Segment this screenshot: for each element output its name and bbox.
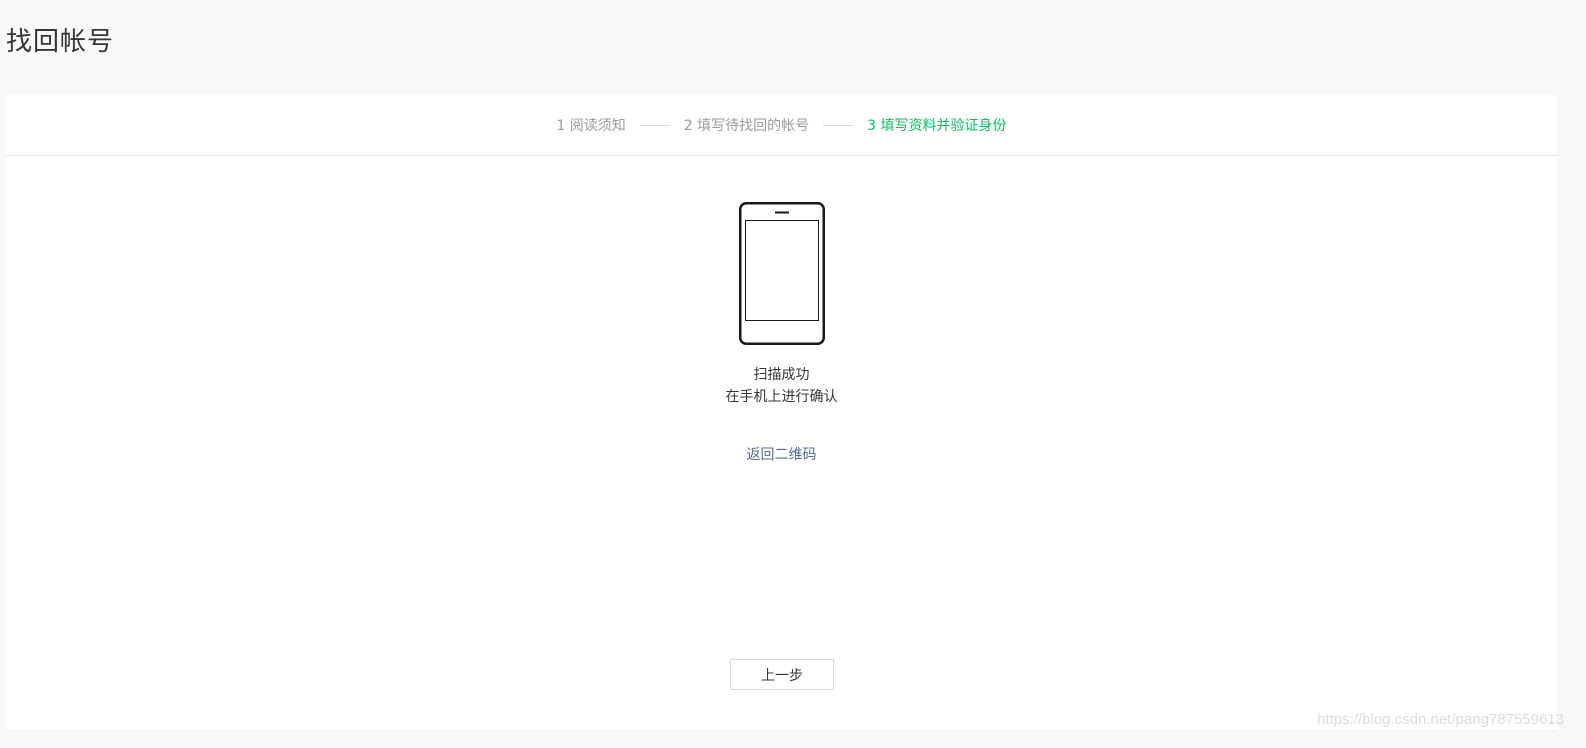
step-separator [823,124,854,126]
scan-success-text: 扫描成功 [753,367,810,383]
previous-step-button[interactable]: 上一步 [730,659,834,690]
step-fill-account: 2 填写待找回的帐号 [683,118,810,134]
step-separator [639,124,670,126]
step-verify-identity: 3 填写资料并验证身份 [867,118,1007,134]
confirm-on-phone-text: 在手机上进行确认 [725,389,838,405]
back-to-qr-link[interactable]: 返回二维码 [747,447,817,463]
phone-icon [739,202,825,345]
page-title: 找回帐号 [6,27,115,57]
page: 找回帐号 1 阅读须知 2 填写待找回的帐号 3 填写资料并验证身份 扫描成功 … [0,0,1586,748]
step-read-notice: 1 阅读须知 [556,118,626,134]
scan-status: 扫描成功 在手机上进行确认 [6,364,1557,408]
back-to-qr-wrapper: 返回二维码 [6,444,1557,466]
steps-bar: 1 阅读须知 2 填写待找回的帐号 3 填写资料并验证身份 [6,95,1557,156]
content-card: 1 阅读须知 2 填写待找回的帐号 3 填写资料并验证身份 扫描成功 在手机上进… [6,95,1557,730]
watermark: https://blog.csdn.net/pang787559613 [1317,711,1564,728]
